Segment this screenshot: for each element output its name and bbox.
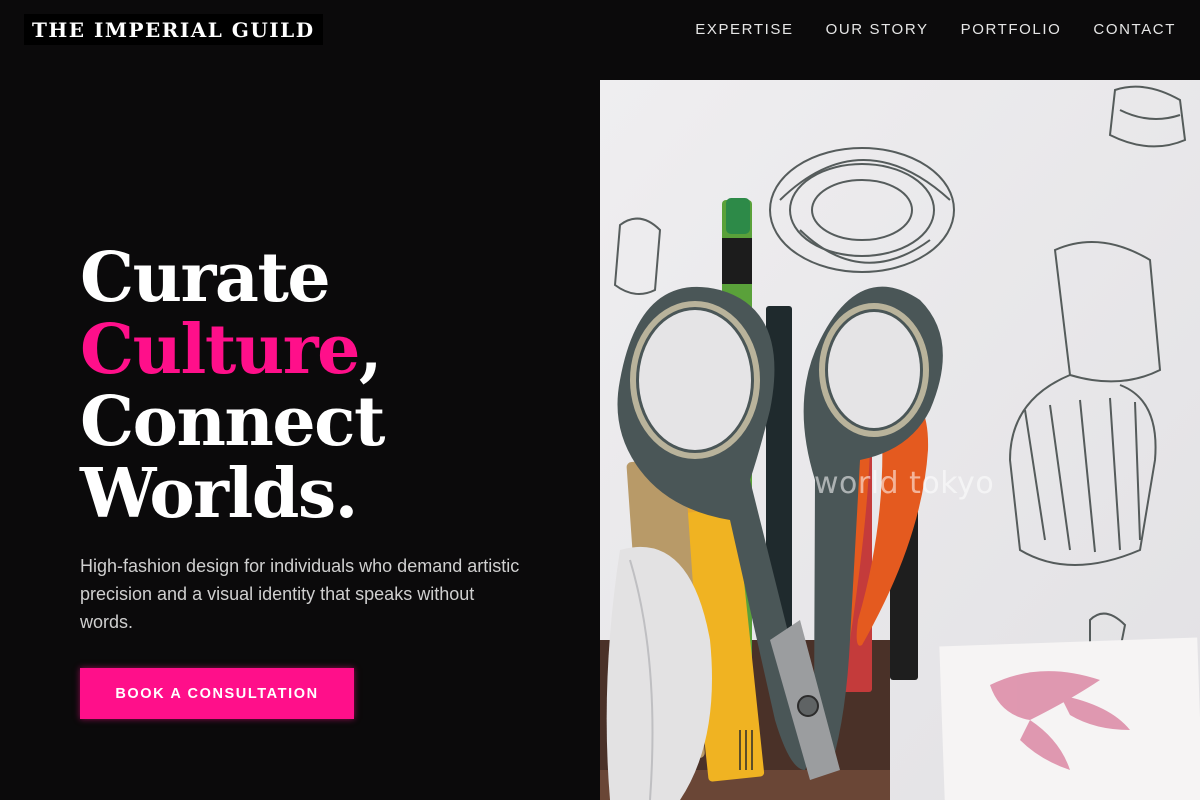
headline-comma: , — [358, 310, 383, 390]
hero-image: world tokyo — [600, 80, 1200, 800]
main-nav: EXPERTISE OUR STORY PORTFOLIO CONTACT — [695, 20, 1176, 40]
hero-subtitle: High-fashion design for individuals who … — [80, 556, 520, 632]
nav-link-our-story[interactable]: OUR STORY — [826, 20, 929, 40]
headline-line-2: Culture, — [80, 314, 384, 386]
site-logo[interactable]: THE IMPERIAL GUILD — [24, 14, 323, 45]
nav-link-expertise[interactable]: EXPERTISE — [695, 20, 793, 40]
hero-headline: Curate Culture, Connect Worlds. — [80, 238, 385, 534]
scissors-illustration — [600, 80, 1200, 800]
headline-line-1: Curate — [80, 238, 331, 318]
headline-accent-word: Culture — [80, 310, 360, 390]
headline-line-4: Worlds. — [80, 454, 358, 534]
headline-line-3: Connect — [80, 382, 385, 462]
nav-link-portfolio[interactable]: PORTFOLIO — [961, 20, 1062, 40]
nav-link-contact[interactable]: CONTACT — [1093, 20, 1176, 40]
book-consultation-button[interactable]: BOOK A CONSULTATION — [80, 668, 354, 719]
image-watermark: world tokyo — [814, 466, 995, 501]
